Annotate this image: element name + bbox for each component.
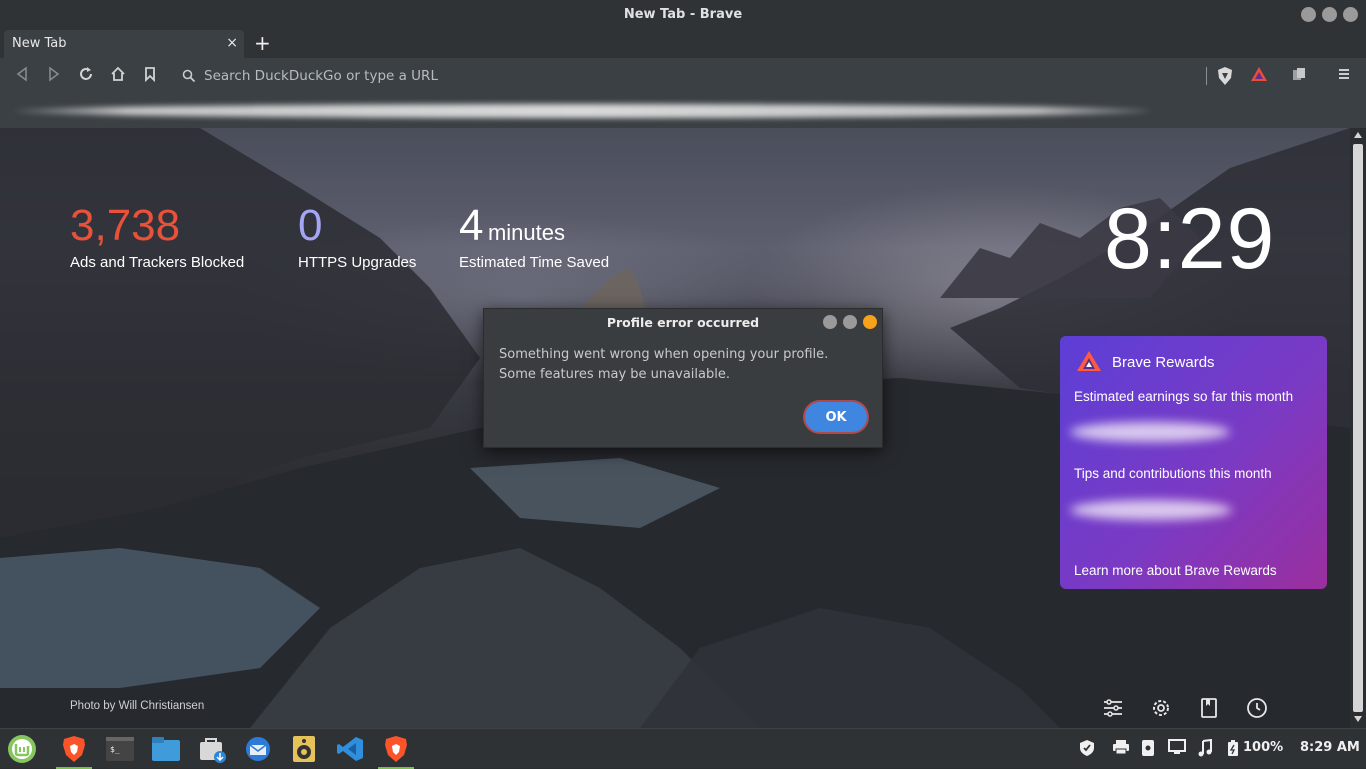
taskbar: $_ 100% 8:29 AM	[0, 728, 1366, 769]
rhythmbox-icon[interactable]	[284, 732, 324, 766]
dialog-close-button[interactable]	[863, 315, 877, 329]
search-icon	[182, 68, 196, 87]
url-input[interactable]	[204, 64, 1184, 88]
new-tab-button[interactable]: +	[254, 33, 271, 53]
close-window-button[interactable]	[1343, 7, 1358, 22]
address-bar[interactable]	[176, 62, 1196, 90]
time-saved-label: Estimated Time Saved	[459, 254, 610, 271]
clock: 8:29	[1104, 191, 1276, 287]
redacted-bookmarks	[14, 104, 1150, 118]
https-upgrades-stat: 0 HTTPS Upgrades	[298, 201, 417, 272]
minimize-button[interactable]	[1301, 7, 1316, 22]
dialog-window-controls	[823, 315, 877, 329]
display-icon[interactable]	[1168, 739, 1186, 759]
redacted-tips	[1070, 500, 1232, 520]
tab-new-tab[interactable]: New Tab ×	[4, 30, 244, 58]
ok-button[interactable]: OK	[803, 400, 869, 434]
bookmark-icon[interactable]	[140, 66, 160, 86]
software-manager-icon[interactable]	[192, 732, 232, 766]
reload-icon[interactable]	[76, 66, 96, 86]
rewards-tips-label: Tips and contributions this month	[1074, 466, 1272, 481]
scroll-down-icon[interactable]	[1354, 716, 1362, 722]
history-icon[interactable]	[1245, 696, 1269, 720]
menu-icon[interactable]	[2, 732, 42, 766]
tab-strip: New Tab × +	[0, 30, 1366, 58]
forward-icon[interactable]	[44, 66, 64, 86]
redacted-earnings	[1070, 422, 1230, 442]
https-upgrades-label: HTTPS Upgrades	[298, 254, 417, 271]
learn-more-rewards-link[interactable]: Learn more about Brave Rewards	[1074, 563, 1277, 578]
brave-shields-icon[interactable]	[1215, 66, 1235, 86]
dialog-minimize-button[interactable]	[823, 315, 837, 329]
svg-text:$_: $_	[110, 745, 120, 754]
tab-close-icon[interactable]: ×	[226, 35, 238, 51]
scrollbar-thumb[interactable]	[1353, 144, 1363, 712]
vscode-icon[interactable]	[330, 732, 370, 766]
extensions-icon[interactable]	[1289, 66, 1309, 86]
home-icon[interactable]	[108, 66, 128, 86]
settings-gear-icon[interactable]	[1149, 696, 1173, 720]
https-upgrades-count: 0	[298, 201, 323, 250]
window-controls	[1301, 7, 1358, 22]
photo-credit: Photo by Will Christiansen	[70, 700, 205, 712]
ads-blocked-count: 3,738	[70, 201, 181, 250]
terminal-icon[interactable]: $_	[100, 732, 140, 766]
customize-icon[interactable]	[1101, 696, 1125, 720]
menu-hamburger-icon[interactable]	[1334, 66, 1354, 86]
brave-rewards-card: Brave Rewards Estimated earnings so far …	[1060, 336, 1327, 589]
browser-toolbar	[0, 58, 1366, 94]
battery-icon[interactable]	[1227, 739, 1239, 761]
brave-icon[interactable]	[54, 732, 94, 769]
usb-device-icon[interactable]	[1141, 739, 1155, 761]
back-icon[interactable]	[12, 66, 32, 86]
time-saved-value: 4	[459, 201, 484, 250]
rewards-title: Brave Rewards	[1112, 354, 1215, 371]
maximize-button[interactable]	[1322, 7, 1337, 22]
window-titlebar: New Tab - Brave	[0, 0, 1366, 30]
ads-blocked-label: Ads and Trackers Blocked	[70, 254, 245, 271]
brave-icon[interactable]	[376, 732, 416, 769]
scroll-up-icon[interactable]	[1354, 132, 1362, 138]
thunderbird-icon[interactable]	[238, 732, 278, 766]
bookmarks-icon[interactable]	[1197, 696, 1221, 720]
files-icon[interactable]	[146, 732, 186, 766]
bookmarks-bar	[0, 94, 1366, 128]
toolbar-separator	[1206, 67, 1207, 85]
printer-icon[interactable]	[1112, 739, 1130, 759]
window-title: New Tab - Brave	[623, 7, 743, 22]
profile-error-dialog: Profile error occurred Something went wr…	[483, 308, 883, 448]
page-scrollbar[interactable]	[1350, 128, 1366, 728]
dialog-message: Something went wrong when opening your p…	[499, 347, 829, 382]
ads-blocked-stat: 3,738 Ads and Trackers Blocked	[70, 201, 245, 272]
time-saved-unit: minutes	[487, 220, 565, 245]
shield-tray-icon[interactable]	[1079, 739, 1095, 761]
tab-title: New Tab	[12, 36, 67, 51]
bat-logo-icon	[1076, 350, 1102, 377]
dialog-maximize-button[interactable]	[843, 315, 857, 329]
battery-percentage: 100%	[1243, 740, 1284, 755]
rewards-earnings-label: Estimated earnings so far this month	[1074, 389, 1294, 404]
brave-rewards-icon[interactable]	[1249, 66, 1269, 86]
music-note-icon[interactable]	[1197, 738, 1213, 761]
taskbar-clock[interactable]: 8:29 AM	[1300, 740, 1360, 755]
time-saved-stat: 4 minutes Estimated Time Saved	[459, 201, 610, 272]
